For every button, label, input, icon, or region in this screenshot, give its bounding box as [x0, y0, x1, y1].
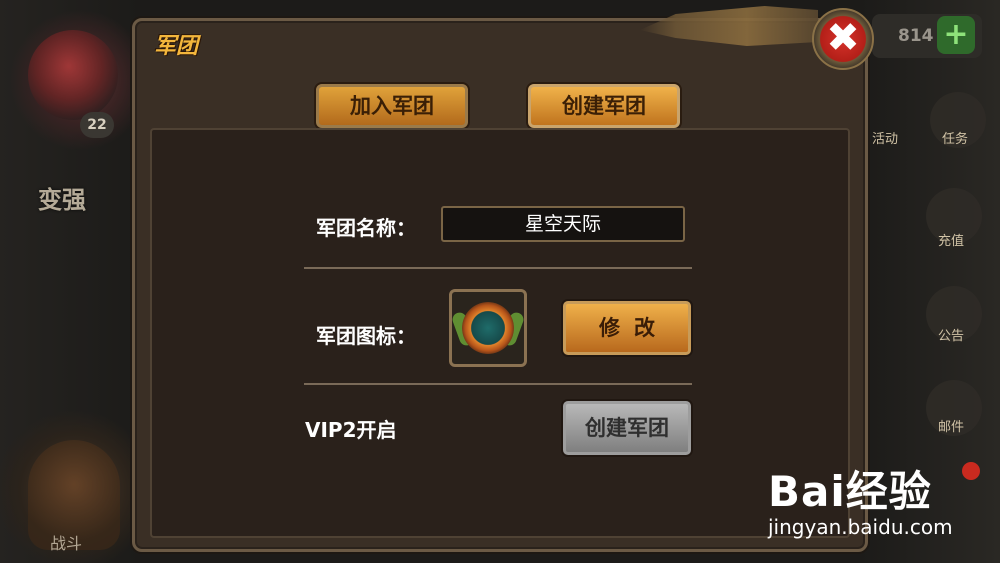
- side-label-mail[interactable]: 邮件: [938, 416, 964, 435]
- player-level-badge: 22: [80, 112, 114, 138]
- tab-create-legion[interactable]: 创建军团: [528, 84, 680, 128]
- legion-name-input[interactable]: 星空天际: [441, 206, 685, 242]
- divider: [304, 383, 692, 385]
- baidu-jingyan-logo: Bai经验: [768, 467, 932, 516]
- legion-icon-label: 军团图标：: [316, 324, 416, 348]
- legion-name-label: 军团名称：: [316, 216, 416, 240]
- player-avatar[interactable]: [28, 30, 118, 120]
- fight-button-label[interactable]: 战斗: [50, 530, 82, 554]
- dialog-title: 军团: [154, 34, 199, 59]
- notification-dot: [962, 462, 980, 480]
- divider: [304, 267, 692, 269]
- atom-emblem-icon: [462, 302, 514, 354]
- strengthen-button[interactable]: 变强: [38, 180, 86, 215]
- watermark-url: jingyan.baidu.com: [768, 515, 953, 539]
- close-button[interactable]: ✖: [812, 8, 874, 70]
- side-label-activity[interactable]: 活动: [872, 128, 898, 147]
- currency-value: 814: [898, 26, 934, 46]
- side-label-task[interactable]: 任务: [942, 128, 968, 147]
- vip-requirement-label: VIP2开启: [305, 418, 397, 442]
- add-currency-button[interactable]: +: [937, 16, 975, 54]
- modify-icon-button[interactable]: 修改: [563, 301, 691, 355]
- legion-emblem-frame: [449, 289, 527, 367]
- tab-join-legion[interactable]: 加入军团: [316, 84, 468, 128]
- side-label-recharge[interactable]: 充值: [938, 230, 964, 249]
- side-label-notice[interactable]: 公告: [938, 325, 964, 344]
- create-legion-button[interactable]: 创建军团: [563, 401, 691, 455]
